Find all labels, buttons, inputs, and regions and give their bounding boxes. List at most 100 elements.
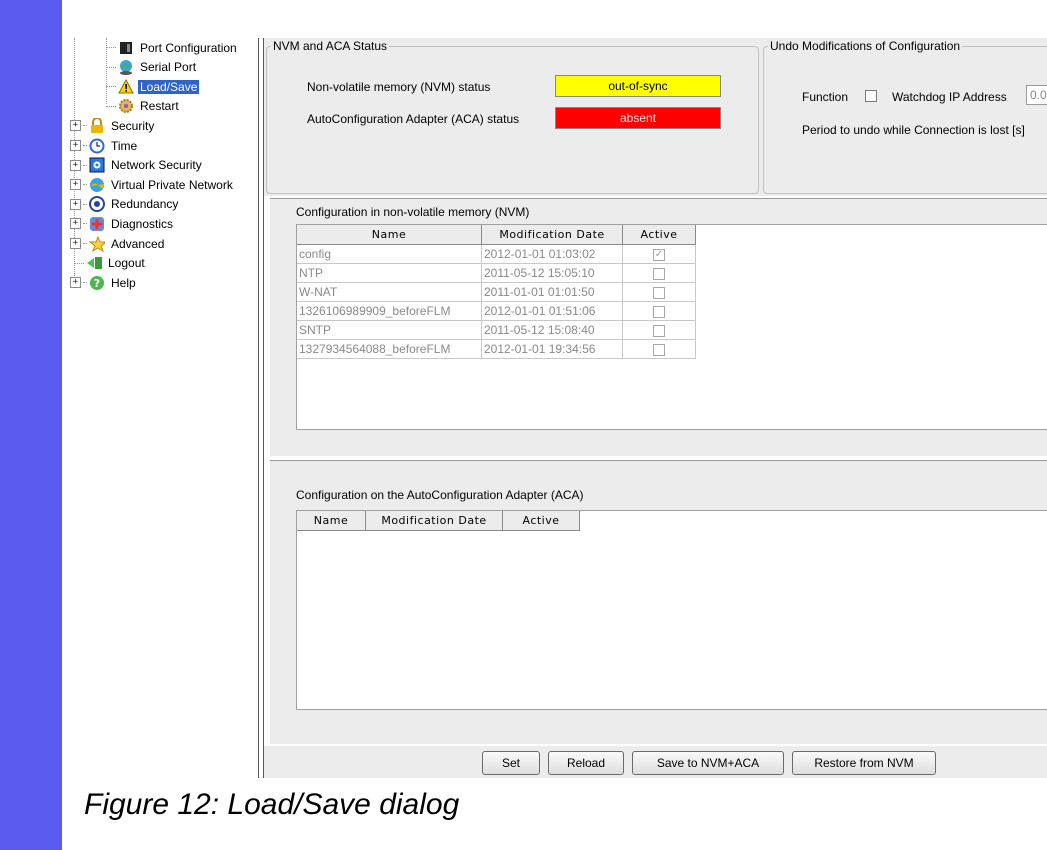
- group-title: NVM and ACA Status: [271, 39, 390, 53]
- nvm-status-label: Non-volatile memory (NVM) status: [307, 80, 491, 94]
- expand-icon[interactable]: +: [70, 238, 81, 249]
- table-row[interactable]: 1326106989909_beforeFLM 2012-01-01 01:51:…: [297, 301, 696, 321]
- tree-item-redundancy[interactable]: + Redundancy: [70, 195, 180, 214]
- tree-connector: [83, 282, 87, 284]
- tree-item-help[interactable]: +? Help: [70, 273, 138, 292]
- globe-icon: [118, 59, 134, 76]
- nvm-config-section: Configuration in non-volatile memory (NV…: [270, 198, 1047, 456]
- save-to-nvm-aca-button[interactable]: Save to NVM+ACA: [632, 751, 784, 775]
- table-row[interactable]: SNTP 2011-05-12 15:08:40: [297, 320, 696, 340]
- nvm-config-table: Name Modification Date Active config 2012…: [297, 225, 696, 359]
- tree-item-logout[interactable]: Logout: [70, 254, 147, 273]
- tree-connector: [83, 125, 87, 127]
- tree-item-label: Redundancy: [111, 197, 179, 212]
- active-checkbox[interactable]: [653, 267, 665, 280]
- tree-connector: [83, 184, 87, 186]
- tree-connector: [83, 145, 87, 146]
- aca-table-title: Configuration on the AutoConfiguration A…: [296, 488, 584, 502]
- active-checkbox[interactable]: [653, 305, 665, 318]
- logout-icon: [86, 255, 102, 271]
- warning-icon: [118, 79, 134, 95]
- tree-item-diagnostics[interactable]: + Diagnostics: [70, 214, 175, 233]
- tree-connector: [83, 203, 87, 205]
- cell-name: NTP: [297, 263, 482, 283]
- active-checkbox[interactable]: [653, 286, 665, 299]
- tree-connector: [106, 86, 116, 88]
- tree-item-time[interactable]: + Time: [70, 136, 139, 155]
- tree-connector: [106, 105, 116, 107]
- tree-item-label: Port Configuration: [140, 40, 237, 55]
- tree-item-security[interactable]: + Security: [70, 116, 156, 135]
- port-icon: [118, 40, 134, 56]
- restore-from-nvm-button[interactable]: Restore from NVM: [792, 751, 936, 775]
- tree-item-label: Diagnostics: [111, 216, 174, 231]
- svg-text:?: ?: [94, 277, 100, 290]
- function-label: Function: [802, 90, 849, 104]
- tree-connector: [83, 164, 87, 166]
- undo-modifications-group: Undo Modifications of Configuration Func…: [763, 39, 1047, 194]
- tree-item-load-save[interactable]: Load/Save: [100, 77, 200, 96]
- group-title: Undo Modifications of Configuration: [768, 39, 963, 53]
- cell-modification-date: 2012-01-01 01:03:02: [481, 244, 623, 264]
- column-header-name[interactable]: Name: [297, 225, 482, 245]
- expand-icon[interactable]: +: [70, 218, 81, 230]
- active-checkbox[interactable]: [653, 343, 665, 356]
- tree-item-port-configuration[interactable]: Port Configuration: [100, 38, 239, 57]
- column-header-active[interactable]: Active: [502, 511, 580, 531]
- cell-modification-date: 2012-01-01 01:51:06: [481, 301, 623, 321]
- tree-item-network-security[interactable]: + Network Security: [70, 156, 204, 175]
- tree-item-advanced[interactable]: + Advanced: [70, 234, 166, 253]
- nvm-table-area: Name Modification Date Active config 2012…: [296, 224, 1047, 430]
- table-row[interactable]: W-NAT 2011-01-01 01:01:50: [297, 282, 696, 302]
- active-checkbox[interactable]: [653, 324, 665, 337]
- nvm-aca-status-group: NVM and ACA Status Non-volatile memory (…: [266, 39, 759, 194]
- expand-icon[interactable]: +: [70, 120, 81, 132]
- cell-active: [622, 301, 696, 321]
- clock-icon: [89, 138, 105, 154]
- column-header-modification-date[interactable]: Modification Date: [365, 511, 503, 531]
- column-header-modification-date[interactable]: Modification Date: [481, 225, 623, 245]
- diagnostics-icon: [89, 216, 105, 232]
- cell-modification-date: 2011-01-01 01:01:50: [481, 282, 623, 302]
- table-row[interactable]: NTP 2011-05-12 15:05:10: [297, 263, 696, 283]
- table-row[interactable]: 1327934564088_beforeFLM 2012-01-01 19:34:…: [297, 339, 696, 359]
- cell-active: [622, 263, 696, 283]
- cell-name: 1327934564088_beforeFLM: [297, 339, 482, 359]
- expand-icon[interactable]: +: [70, 179, 81, 191]
- tree-item-label: Restart: [140, 99, 179, 114]
- table-row[interactable]: config 2012-01-01 01:03:02: [297, 244, 696, 264]
- tree-item-label: Time: [111, 138, 138, 153]
- figure-caption: Figure 12: Load/Save dialog: [84, 788, 460, 821]
- expand-icon[interactable]: +: [70, 159, 81, 171]
- tree-item-label: Security: [111, 118, 155, 133]
- cell-active: [622, 339, 696, 359]
- tree-item-serial-port[interactable]: Serial Port: [100, 58, 198, 77]
- cell-name: W-NAT: [297, 282, 482, 302]
- function-checkbox[interactable]: [865, 90, 877, 102]
- tree-connector: [83, 223, 87, 225]
- undo-period-label: Period to undo while Connection is lost …: [802, 123, 1025, 137]
- tree-item-restart[interactable]: Restart: [100, 97, 181, 116]
- cell-active: [622, 282, 696, 302]
- help-icon: ?: [89, 275, 105, 291]
- active-checkbox[interactable]: [653, 248, 665, 261]
- aca-status-label: AutoConfiguration Adapter (ACA) status: [307, 112, 520, 126]
- expand-icon[interactable]: +: [70, 140, 81, 151]
- cell-modification-date: 2012-01-01 19:34:56: [481, 339, 623, 359]
- column-header-name[interactable]: Name: [297, 511, 366, 531]
- set-button[interactable]: Set: [482, 751, 540, 775]
- lock-icon: [89, 117, 105, 134]
- aca-table-area: Name Modification Date Active: [296, 510, 1047, 710]
- expand-icon[interactable]: +: [70, 277, 81, 289]
- reload-button[interactable]: Reload: [548, 751, 624, 775]
- vpn-icon: [89, 177, 105, 193]
- aca-config-table: Name Modification Date Active: [297, 511, 580, 531]
- column-header-active[interactable]: Active: [622, 225, 696, 245]
- cell-modification-date: 2011-05-12 15:05:10: [481, 263, 623, 283]
- tree-item-virtual-private-network[interactable]: + Virtual Private Network: [70, 175, 235, 194]
- tree-item-label: Advanced: [111, 236, 165, 251]
- watchdog-ip-input[interactable]: 0.0: [1026, 85, 1047, 105]
- expand-icon[interactable]: +: [70, 198, 81, 210]
- tree-connector: [83, 243, 87, 244]
- tree-item-label: Load/Save: [138, 79, 200, 94]
